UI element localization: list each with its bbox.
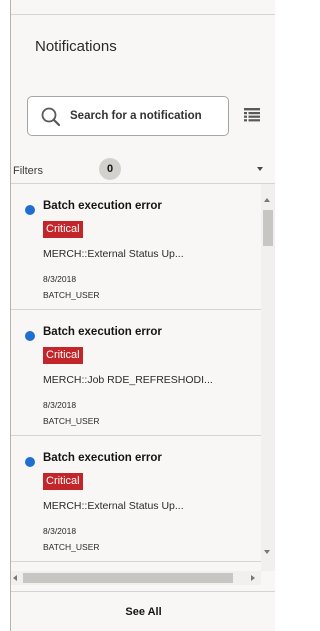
- list-view-icon[interactable]: [244, 108, 260, 122]
- notification-user: BATCH_USER: [43, 290, 100, 300]
- notification-user: BATCH_USER: [43, 542, 100, 552]
- search-input[interactable]: Search for a notification: [70, 110, 202, 122]
- severity-badge: Critical: [43, 473, 83, 490]
- unread-dot-icon: [25, 331, 35, 341]
- search-box[interactable]: Search for a notification: [27, 96, 229, 136]
- severity-badge: Critical: [43, 347, 83, 364]
- notification-title: Batch execution error: [43, 200, 162, 212]
- notification-title: Batch execution error: [43, 452, 162, 464]
- notification-date: 8/3/2018: [43, 400, 77, 410]
- notification-item[interactable]: Batch execution error Critical MERCH::Ex…: [11, 436, 261, 562]
- notification-description: MERCH::External Status Up...: [43, 500, 184, 512]
- notifications-panel: Notifications Search for a notification …: [10, 0, 275, 631]
- notification-description: MERCH::External Status Up...: [43, 248, 184, 260]
- notification-user: BATCH_USER: [43, 416, 100, 426]
- chevron-down-icon[interactable]: [256, 166, 264, 172]
- unread-dot-icon: [25, 457, 35, 467]
- filters-label[interactable]: Filters: [13, 165, 43, 177]
- unread-dot-icon: [25, 205, 35, 215]
- notification-title: Batch execution error: [43, 326, 162, 338]
- see-all-link[interactable]: See All: [11, 606, 276, 618]
- scroll-down-arrow-icon[interactable]: [264, 550, 270, 554]
- scroll-up-arrow-icon[interactable]: [264, 198, 270, 202]
- panel-title: Notifications: [35, 38, 117, 55]
- horizontal-scroll-thumb[interactable]: [23, 573, 233, 583]
- horizontal-scrollbar[interactable]: [11, 571, 261, 585]
- vertical-scroll-thumb[interactable]: [263, 210, 273, 246]
- scroll-left-arrow-icon[interactable]: [13, 575, 17, 581]
- top-divider: [11, 14, 275, 15]
- filters-count-badge: 0: [99, 158, 121, 180]
- footer-divider: [11, 591, 275, 592]
- notification-description: MERCH::Job RDE_REFRESHODI...: [43, 374, 213, 386]
- notification-list: Batch execution error Critical MERCH::Ex…: [11, 184, 261, 571]
- severity-badge: Critical: [43, 221, 83, 238]
- vertical-scrollbar[interactable]: [261, 184, 275, 571]
- notification-item[interactable]: Batch execution error Critical MERCH::Ex…: [11, 184, 261, 310]
- scroll-right-arrow-icon[interactable]: [251, 575, 255, 581]
- notification-date: 8/3/2018: [43, 526, 77, 536]
- notification-item[interactable]: Batch execution error Critical MERCH::Jo…: [11, 310, 261, 436]
- search-icon: [41, 107, 61, 127]
- notification-date: 8/3/2018: [43, 274, 77, 284]
